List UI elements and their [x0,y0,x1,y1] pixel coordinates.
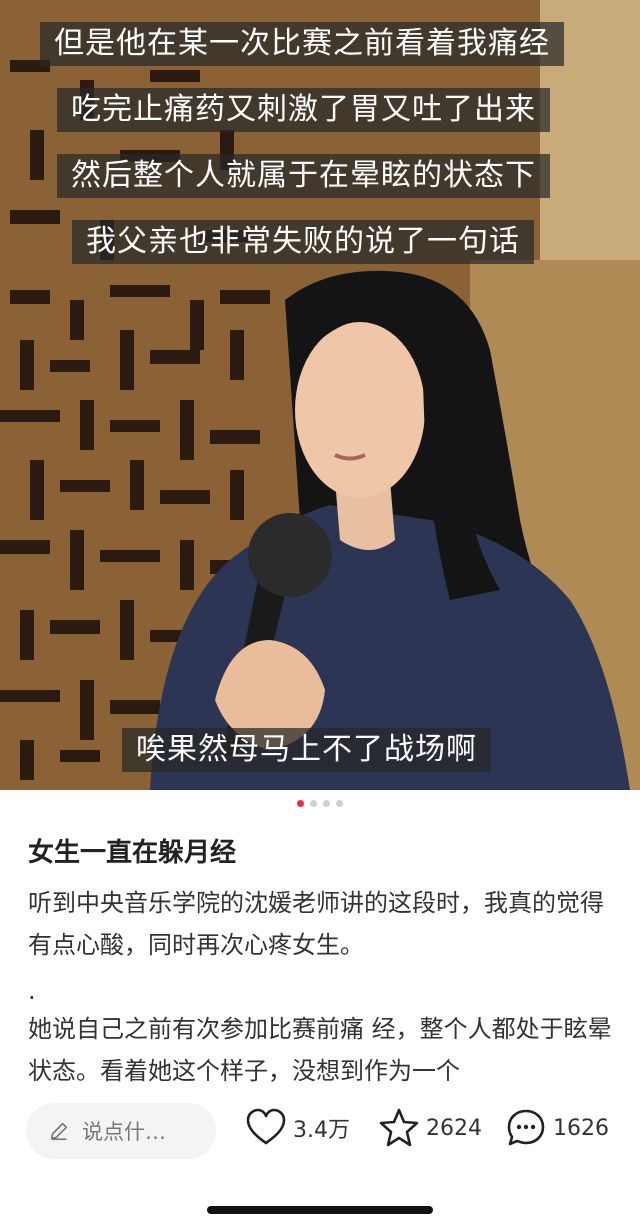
like-count: 3.4万 [293,1118,350,1143]
carousel-dot-4[interactable] [336,800,343,807]
post-title: 女生一直在躲月经 [28,838,237,868]
post-body: 听到中央音乐学院的沈媛老师讲的这段时，我真的觉得有点心酸，同时再次心疼女生。 .… [0,870,640,1085]
post-paragraph-2: . [28,977,36,1005]
heart-icon [246,1108,286,1145]
subtitle-line-2: 吃完止痛药又刺激了胃又吐了出来 [57,88,550,132]
comment-placeholder: 说点什… [82,1120,166,1144]
like-button[interactable]: 3.4万 [245,1107,350,1149]
carousel-dot-3[interactable] [323,800,330,807]
carousel-indicator[interactable] [0,800,640,807]
subtitle-line-5: 唉果然母马上不了战场啊 [122,728,491,772]
carousel-dot-2[interactable] [310,800,317,807]
star-icon [379,1108,419,1147]
post-image-carousel[interactable]: 但是他在某一次比赛之前看着我痛经 吃完止痛药又刺激了胃又吐了出来 然后整个人就属… [0,0,640,790]
favorite-count: 2624 [426,1115,482,1141]
carousel-dot-1[interactable] [297,800,304,807]
pencil-icon [50,1122,68,1141]
subtitle-line-1: 但是他在某一次比赛之前看着我痛经 [40,22,564,66]
comment-count: 1626 [553,1115,609,1141]
subtitle-line-4: 我父亲也非常失败的说了一句话 [72,220,534,264]
home-indicator[interactable] [207,1206,433,1214]
subtitle-line-3: 然后整个人就属于在晕眩的状态下 [57,154,550,198]
post-paragraph-1: 听到中央音乐学院的沈媛老师讲的这段时，我真的觉得有点心酸，同时再次心疼女生。 [28,889,604,959]
post-paragraph-3: 她说自己之前有次参加比赛前痛 经，整个人都处于眩晕状态。看着她这个样子，没想到作… [28,1015,612,1085]
comment-bubble-icon [507,1109,545,1146]
favorite-button[interactable]: 2624 [378,1107,482,1149]
comment-input[interactable]: 说点什… [26,1103,216,1159]
comment-button[interactable]: 1626 [505,1107,609,1149]
